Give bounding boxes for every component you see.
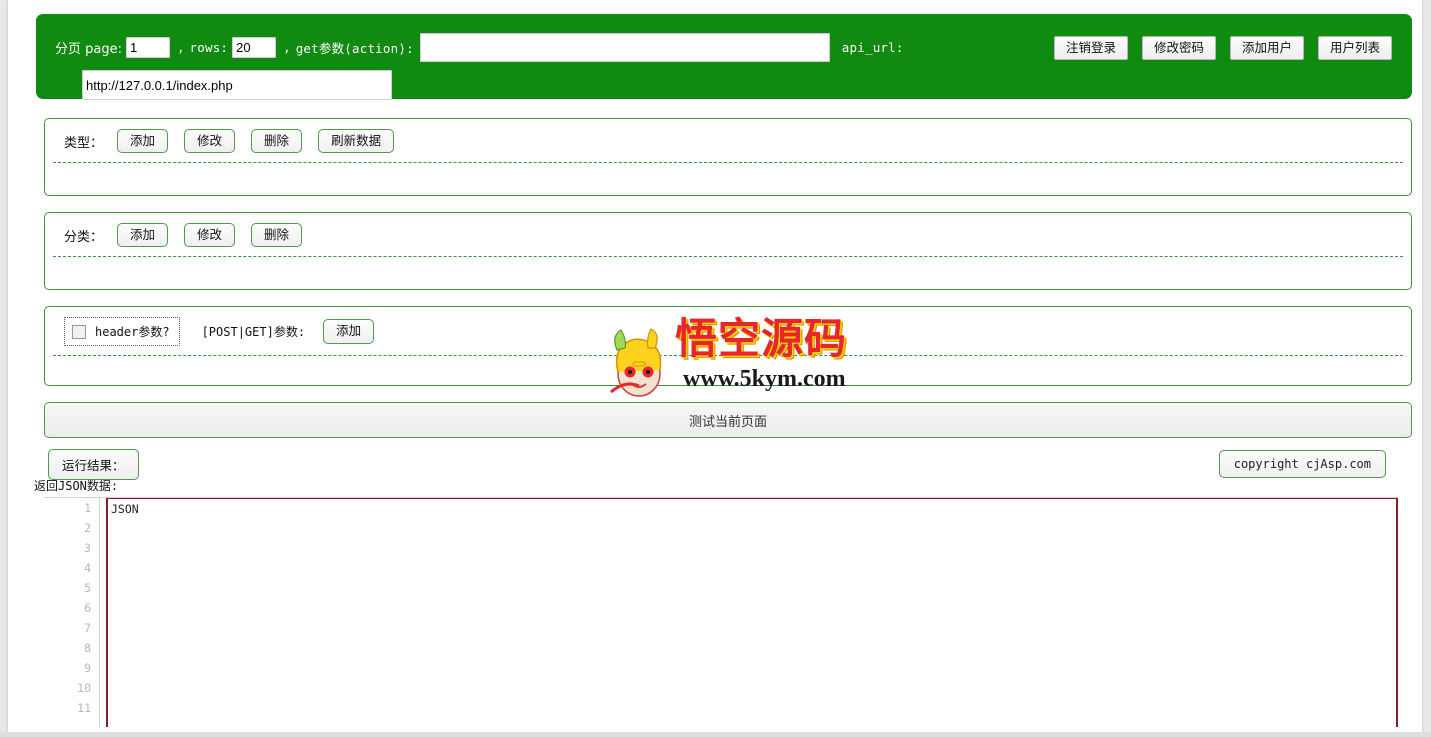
code-line[interactable] [108, 539, 1396, 559]
rows-label: rows: [189, 39, 229, 55]
category-toolbar: 分类： 添加 修改 删除 [45, 213, 1411, 256]
user-list-button[interactable]: 用户列表 [1317, 36, 1392, 60]
add-user-button[interactable]: 添加用户 [1229, 36, 1304, 60]
line-number: 8 [84, 641, 91, 655]
line-number: 7 [84, 621, 91, 635]
request-params-panel: header参数? [POST|GET]参数: 添加 [44, 306, 1412, 386]
post-get-param-label: [POST|GET]参数: [201, 325, 306, 339]
comma-separator-2: , [283, 39, 291, 55]
line-number: 9 [84, 661, 91, 675]
line-number: 6 [84, 601, 91, 615]
change-password-button[interactable]: 修改密码 [1141, 36, 1216, 60]
action-param-label: get参数(action): [295, 40, 414, 56]
header-action-buttons: 注销登录 修改密码 添加用户 用户列表 [1053, 36, 1392, 60]
action-param-input[interactable] [419, 32, 830, 62]
type-refresh-button[interactable]: 刷新数据 [318, 129, 395, 154]
api-config-header: 分页 page: , rows: , get参数(action): api_ur… [36, 14, 1412, 100]
json-result-editor[interactable]: 1 2 3 4 5 6 7 8 9 10 11 JSON [44, 497, 1398, 727]
type-delete-button[interactable]: 删除 [251, 129, 303, 154]
api-url-input[interactable] [82, 70, 392, 100]
test-current-page-button[interactable]: 测试当前页面 [44, 402, 1412, 438]
category-edit-button[interactable]: 修改 [184, 223, 236, 248]
type-panel: 类型： 添加 修改 删除 刷新数据 [44, 118, 1412, 196]
pagination-label: 分页 page: [55, 41, 122, 57]
line-number: 1 [84, 501, 91, 515]
code-line[interactable] [108, 519, 1396, 539]
code-line[interactable]: JSON [108, 499, 1396, 519]
api-url-label: api_url: [841, 39, 904, 55]
code-line[interactable] [108, 699, 1396, 719]
run-result-button[interactable]: 运行结果： [48, 449, 139, 480]
header-param-checkbox[interactable] [72, 324, 86, 339]
rows-input[interactable] [232, 36, 277, 58]
line-number: 2 [84, 521, 91, 535]
params-toolbar: header参数? [POST|GET]参数: 添加 [45, 307, 1411, 355]
code-line[interactable] [108, 579, 1396, 599]
params-content-area [45, 356, 1411, 382]
code-line[interactable] [108, 679, 1396, 699]
code-line[interactable] [108, 639, 1396, 659]
copyright-badge: copyright cjAsp.com [1218, 450, 1386, 478]
comma-separator-1: , [176, 39, 185, 55]
page-input[interactable] [125, 36, 170, 58]
code-line[interactable] [108, 659, 1396, 679]
page-bottom-edge [0, 732, 1431, 737]
code-line[interactable] [108, 599, 1396, 619]
line-number: 4 [84, 561, 91, 575]
code-line[interactable] [108, 559, 1396, 579]
line-number: 3 [84, 541, 91, 555]
type-content-area [45, 163, 1411, 189]
code-line[interactable] [108, 619, 1396, 639]
editor-code-area[interactable]: JSON [106, 498, 1398, 727]
header-param-toggle[interactable]: header参数? [64, 317, 180, 346]
category-content-area [45, 257, 1411, 283]
category-add-button[interactable]: 添加 [117, 223, 169, 248]
line-number: 11 [77, 701, 91, 715]
category-label: 分类： [64, 229, 104, 245]
json-data-label: 返回JSON数据: [34, 479, 119, 493]
param-add-button[interactable]: 添加 [323, 319, 375, 344]
editor-line-number-gutter: 1 2 3 4 5 6 7 8 9 10 11 [44, 498, 100, 727]
logout-button[interactable]: 注销登录 [1053, 36, 1128, 60]
category-panel: 分类： 添加 修改 删除 [44, 212, 1412, 290]
header-param-label: header参数? [95, 325, 170, 339]
page-sheet: 分页 page: , rows: , get参数(action): api_ur… [8, 0, 1422, 737]
line-number: 5 [84, 581, 91, 595]
type-add-button[interactable]: 添加 [117, 129, 169, 154]
type-edit-button[interactable]: 修改 [184, 129, 236, 154]
category-delete-button[interactable]: 删除 [251, 223, 303, 248]
type-label: 类型： [64, 135, 104, 151]
type-toolbar: 类型： 添加 修改 删除 刷新数据 [45, 119, 1411, 162]
line-number: 10 [77, 681, 91, 695]
